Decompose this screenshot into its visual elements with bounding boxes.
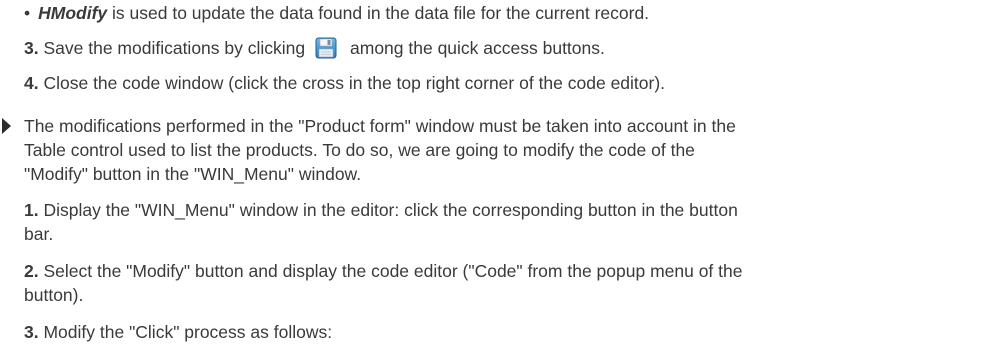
keyword-hmodify: HModify bbox=[38, 3, 108, 23]
step-b2-line-1: 2. Select the "Modify" button and displa… bbox=[24, 260, 743, 282]
save-floppy-icon bbox=[315, 37, 337, 59]
step-number: 3. bbox=[24, 322, 39, 342]
intro-line-2: Table control used to list the products.… bbox=[24, 140, 695, 160]
step-number: 1. bbox=[24, 200, 39, 220]
intro-line-3: "Modify" button in the "WIN_Menu" window… bbox=[24, 164, 362, 184]
step-b1-line-2: bar. bbox=[24, 224, 54, 244]
step-4-close: 4. Close the code window (click the cros… bbox=[24, 72, 665, 94]
step-number: 4. bbox=[24, 73, 39, 93]
section-arrow-icon bbox=[2, 118, 11, 134]
step-number: 2. bbox=[24, 261, 39, 281]
bullet-dot: • bbox=[24, 3, 31, 23]
step-text: Select the "Modify" button and display t… bbox=[38, 261, 743, 281]
intro-line-1: The modifications performed in the "Prod… bbox=[24, 116, 736, 136]
step-b2-line-2: button). bbox=[24, 285, 84, 305]
step-3-save: 3. Save the modifications by clicking am… bbox=[24, 37, 605, 59]
step-text: Modify the "Click" process as follows: bbox=[38, 322, 333, 342]
step-text: Display the "WIN_Menu" window in the edi… bbox=[38, 200, 738, 220]
step-b1-line-1: 1. Display the "WIN_Menu" window in the … bbox=[24, 199, 738, 221]
step-text-after: among the quick access buttons. bbox=[345, 38, 605, 58]
step-text-before: Save the modifications by clicking bbox=[38, 38, 306, 58]
step-b3: 3. Modify the "Click" process as follows… bbox=[24, 321, 332, 343]
bullet-hmodify: • HModify is used to update the data foun… bbox=[24, 2, 649, 24]
bullet-text: is used to update the data found in the … bbox=[107, 3, 650, 23]
step-text: Close the code window (click the cross i… bbox=[38, 73, 666, 93]
step-number: 3. bbox=[24, 38, 39, 58]
